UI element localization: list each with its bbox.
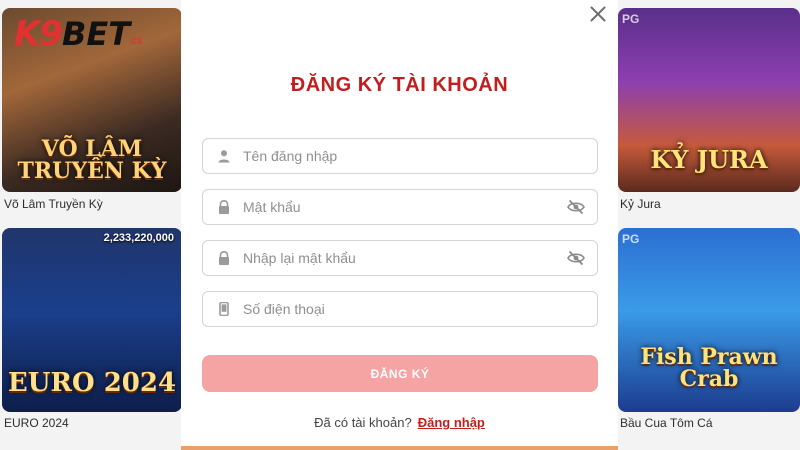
- confirm-password-input[interactable]: [243, 241, 567, 275]
- user-icon: [217, 149, 231, 163]
- login-prompt: Đã có tài khoản? Đăng nhập: [181, 415, 618, 430]
- lock-icon: [217, 199, 231, 214]
- eye-off-icon[interactable]: [567, 250, 585, 266]
- login-link[interactable]: Đăng nhập: [418, 415, 485, 430]
- phone-field[interactable]: [202, 291, 598, 327]
- login-prompt-text: Đã có tài khoản?: [314, 415, 412, 430]
- page: VÕ LÂM TRUYỀN KỲ Võ Lâm Truyền Kỳ 2,233,…: [0, 0, 800, 450]
- lock-icon: [217, 250, 231, 265]
- modal-title: ĐĂNG KÝ TÀI KHOẢN: [290, 74, 509, 96]
- username-input[interactable]: [243, 139, 597, 173]
- phone-icon: [217, 301, 231, 317]
- username-field[interactable]: [202, 138, 598, 174]
- eye-off-icon[interactable]: [567, 199, 585, 215]
- password-input[interactable]: [243, 190, 567, 224]
- password-field[interactable]: [202, 189, 598, 225]
- register-modal: ĐĂNG KÝ TÀI KHOẢN Tên đăng nhập Số điện …: [181, 0, 618, 450]
- register-button[interactable]: ĐĂNG KÝ: [202, 355, 598, 392]
- close-icon[interactable]: [588, 4, 608, 24]
- background-strip: [181, 446, 618, 450]
- confirm-password-field[interactable]: [202, 240, 598, 276]
- phone-input[interactable]: [243, 292, 597, 326]
